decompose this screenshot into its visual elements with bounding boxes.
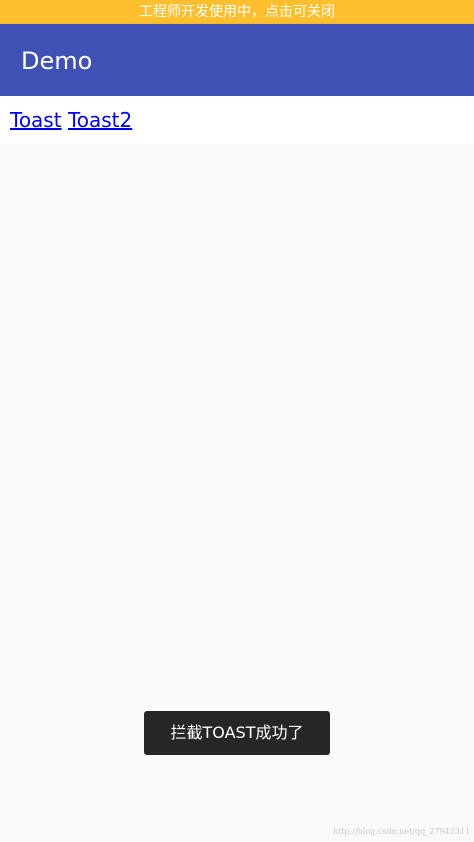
watermark-url: http://blog.csdn.net/qq_27942311 — [332, 827, 470, 836]
toast-link[interactable]: Toast — [10, 108, 62, 132]
developer-mode-banner[interactable]: 工程师开发使用中，点击可关闭 — [0, 0, 474, 24]
app-title: Demo — [21, 47, 93, 75]
developer-mode-banner-text: 工程师开发使用中，点击可关闭 — [139, 4, 335, 20]
toast2-link[interactable]: Toast2 — [68, 108, 132, 132]
toast-message: 拦截TOAST成功了 — [144, 711, 330, 755]
toast-text: 拦截TOAST成功了 — [170, 723, 304, 742]
link-row: Toast Toast2 — [10, 106, 132, 134]
app-bar: Demo — [0, 24, 474, 96]
